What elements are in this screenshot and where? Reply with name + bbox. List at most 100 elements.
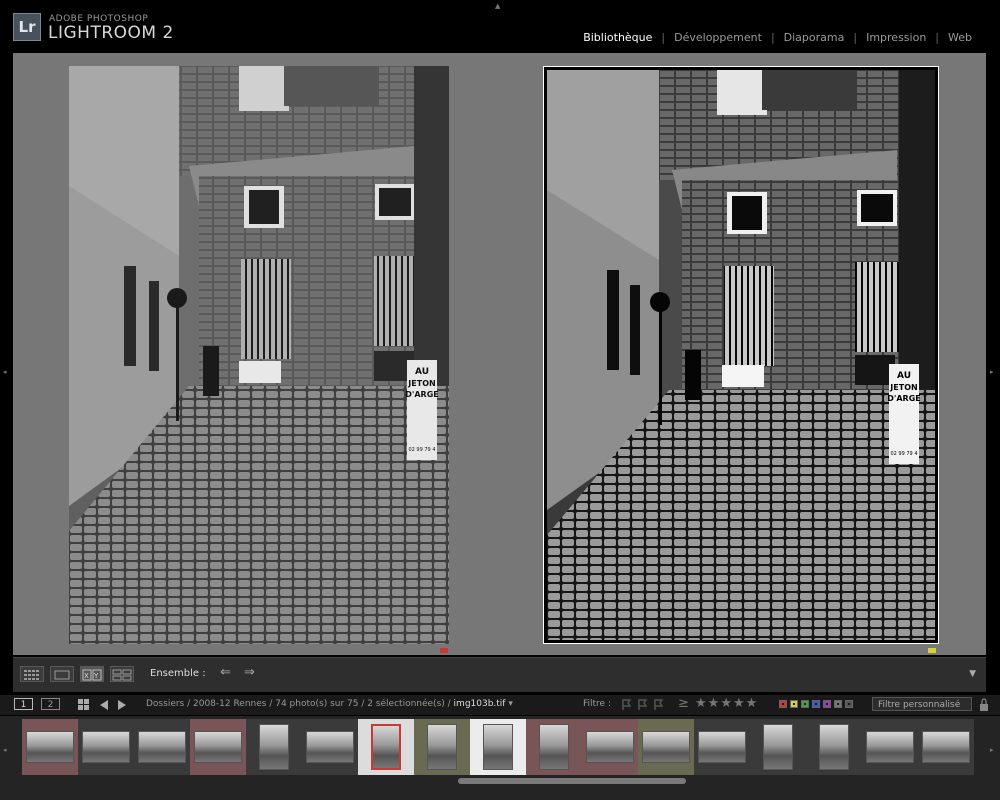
filmstrip-header: 1 2 Dossiers / 2008-12 Rennes / 74 photo…: [0, 695, 1000, 715]
filmstrip-thumbnail: [427, 724, 457, 770]
filmstrip-cell[interactable]: [582, 719, 638, 775]
ensemble-label: Ensemble :: [150, 668, 206, 679]
filmstrip-thumbnail: [819, 724, 849, 770]
previous-photo-icon[interactable]: [99, 699, 109, 711]
top-panel-toggle-icon[interactable]: ▲: [495, 2, 500, 10]
svg-text:02 99 79 4: 02 99 79 4: [408, 447, 435, 453]
grid-shortcut-icon[interactable]: [78, 699, 90, 711]
secondary-window-1-button[interactable]: 1: [14, 698, 33, 710]
filmstrip-thumbnail: [922, 731, 970, 763]
color-filter-box[interactable]: [823, 700, 831, 708]
filmstrip-cell[interactable]: [862, 719, 918, 775]
brand-title: LIGHTROOM 2: [48, 23, 174, 43]
filmstrip: ◂ ▸: [0, 716, 1000, 800]
next-photo-icon[interactable]: [117, 699, 127, 711]
lightroom-logo: Lr: [13, 13, 41, 41]
filmstrip-thumbnail: [371, 724, 401, 770]
filmstrip-cell[interactable]: [750, 719, 806, 775]
svg-text:AU: AU: [415, 367, 429, 377]
photo-candidate-image: AU JETON D'ARGE 02 99 79 4: [547, 70, 935, 640]
survey-icon: [112, 669, 132, 681]
street-photo-right: AU JETON D'ARGE 02 99 79 4: [547, 70, 935, 640]
color-filter-box[interactable]: [779, 700, 787, 708]
filmstrip-thumbnail: [866, 731, 914, 763]
filmstrip-thumbnail: [763, 724, 793, 770]
breadcrumb[interactable]: Dossiers / 2008-12 Rennes / 74 photo(s) …: [146, 699, 513, 709]
color-filter-box[interactable]: [834, 700, 842, 708]
left-panel-toggle-icon[interactable]: ◂: [3, 368, 7, 376]
street-photo-left: AU JETON D'ARGE 02 99 79 4: [69, 66, 449, 644]
swap-left-button[interactable]: ⇐: [220, 665, 231, 680]
filmstrip-cell[interactable]: [246, 719, 302, 775]
toolbar-menu-chevron-down-icon[interactable]: ▼: [969, 669, 976, 679]
module-picker: Bibliothèque | Développement | Diaporama | Imp…: [583, 31, 972, 44]
swap-right-button[interactable]: ⇒: [244, 665, 255, 680]
compare-view-button[interactable]: XY: [80, 666, 104, 682]
filmstrip-thumbnail: [642, 731, 690, 763]
module-separator: |: [661, 31, 666, 44]
filmstrip-thumbnail: [306, 731, 354, 763]
module-impression[interactable]: Impression: [866, 31, 926, 44]
filmstrip-cell[interactable]: [918, 719, 974, 775]
filmstrip-cell[interactable]: [638, 719, 694, 775]
color-label-red[interactable]: [440, 648, 448, 653]
filmstrip-scroll-left-icon[interactable]: ◂: [3, 746, 7, 754]
toolbar: XY Ensemble : ⇐ ⇒ ▼: [13, 657, 986, 692]
loupe-view-button[interactable]: [50, 666, 74, 682]
flag-filter-icons[interactable]: [620, 698, 668, 712]
filmstrip-cell[interactable]: [806, 719, 862, 775]
loupe-icon: [54, 670, 70, 680]
filmstrip-cell[interactable]: [78, 719, 134, 775]
filmstrip-cell[interactable]: [414, 719, 470, 775]
module-separator: |: [853, 31, 858, 44]
module-developpement[interactable]: Développement: [674, 31, 762, 44]
filmstrip-cell[interactable]: [22, 719, 78, 775]
module-separator: |: [770, 31, 775, 44]
svg-text:JETON: JETON: [407, 379, 435, 388]
svg-text:D'ARGE: D'ARGE: [405, 390, 438, 399]
secondary-window-2-button[interactable]: 2: [41, 698, 60, 710]
filter-label: Filtre :: [583, 699, 611, 709]
current-file-name[interactable]: img103b.tif: [454, 699, 506, 709]
color-filter-box[interactable]: [801, 700, 809, 708]
filmstrip-thumbnail: [194, 731, 242, 763]
filmstrip-cell[interactable]: [358, 719, 414, 775]
module-bibliotheque[interactable]: Bibliothèque: [583, 31, 652, 44]
filmstrip-thumbnail: [586, 731, 634, 763]
rating-filter-stars[interactable]: ≥ ★★★★★: [678, 696, 758, 711]
module-web[interactable]: Web: [948, 31, 972, 44]
grid-view-button[interactable]: [20, 666, 44, 682]
grid-icon: [24, 670, 39, 680]
color-label-yellow[interactable]: [928, 648, 936, 653]
filmstrip-thumbnail: [138, 731, 186, 763]
filmstrip-cell[interactable]: [470, 719, 526, 775]
breadcrumb-path: Dossiers / 2008-12 Rennes / 74 photo(s) …: [146, 699, 451, 709]
filter-lock-icon[interactable]: [979, 698, 989, 712]
filmstrip-thumbnail: [82, 731, 130, 763]
filmstrip-cell[interactable]: [134, 719, 190, 775]
filmstrip-scroll-right-icon[interactable]: ▸: [990, 746, 994, 754]
color-filter-box[interactable]: [812, 700, 820, 708]
svg-text:X: X: [84, 672, 89, 680]
color-filter-box[interactable]: [845, 700, 853, 708]
photo-select[interactable]: AU JETON D'ARGE 02 99 79 4: [69, 66, 449, 644]
svg-text:AU: AU: [897, 371, 911, 381]
survey-view-button[interactable]: [110, 666, 134, 682]
right-panel-toggle-icon[interactable]: ▸: [990, 368, 994, 376]
filmstrip-scrollbar[interactable]: [458, 778, 686, 784]
module-diaporama[interactable]: Diaporama: [784, 31, 845, 44]
filmstrip-cell[interactable]: [190, 719, 246, 775]
file-menu-chevron-down-icon[interactable]: ▾: [508, 699, 513, 709]
filmstrip-cell[interactable]: [302, 719, 358, 775]
compare-view: AU JETON D'ARGE 02 99 79 4 AU JETON D'AR…: [13, 53, 986, 655]
svg-text:02 99 79 4: 02 99 79 4: [890, 451, 917, 457]
filmstrip-thumbnail: [539, 724, 569, 770]
svg-text:Y: Y: [93, 672, 99, 680]
svg-text:D'ARGE: D'ARGE: [887, 394, 920, 403]
filter-preset-select[interactable]: Filtre personnalisé: [872, 697, 972, 711]
filmstrip-thumbnail: [698, 731, 746, 763]
color-filter-box[interactable]: [790, 700, 798, 708]
filmstrip-cell[interactable]: [694, 719, 750, 775]
filmstrip-cell[interactable]: [526, 719, 582, 775]
photo-candidate[interactable]: AU JETON D'ARGE 02 99 79 4: [543, 66, 939, 644]
